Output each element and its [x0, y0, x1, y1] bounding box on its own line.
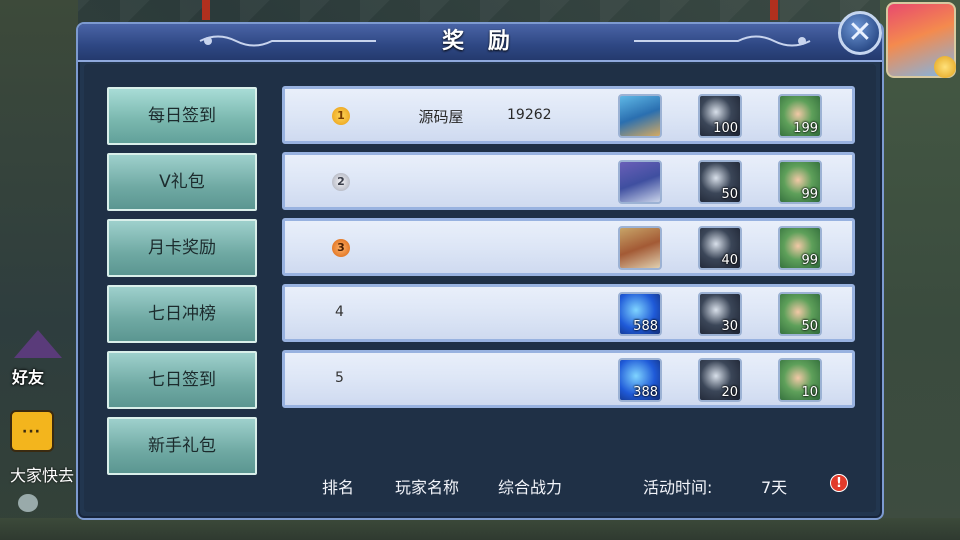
chat-dots: ···	[22, 424, 41, 440]
tab-seven-day-ranking[interactable]: 七日冲榜	[107, 285, 257, 343]
stone-item-icon[interactable]: 20	[698, 358, 742, 402]
silver-medal-icon: 2	[332, 173, 350, 191]
power-column-header: 综合战力	[498, 478, 563, 497]
stone-item-icon[interactable]: 30	[698, 292, 742, 336]
friends-label: 好友	[12, 368, 45, 387]
chat-icon[interactable]: ···	[10, 410, 54, 452]
coin-icon	[934, 56, 956, 78]
reward-count: 100	[713, 121, 738, 136]
emoji-icon[interactable]	[18, 494, 38, 512]
gift-bag-icon[interactable]: 99	[778, 160, 822, 204]
ranking-row: 4 588 30 50	[282, 284, 855, 342]
title-ornament-right-icon	[634, 35, 811, 47]
player-power: 19262	[507, 107, 552, 123]
ranking-row: 3 40 99	[282, 218, 855, 276]
gem-item-icon[interactable]: 388	[618, 358, 662, 402]
friends-button[interactable]: 好友	[8, 330, 68, 387]
reward-count: 588	[633, 319, 658, 334]
background-bottom-bar	[0, 518, 960, 540]
reward-count: 199	[793, 121, 818, 136]
player-avatar[interactable]	[886, 2, 956, 78]
reward-count: 388	[633, 385, 658, 400]
title-bar: 奖 励	[78, 24, 882, 62]
rank-number: 4	[335, 304, 344, 320]
background-left-scene	[0, 0, 78, 540]
stone-item-icon[interactable]: 50	[698, 160, 742, 204]
gift-bag-icon[interactable]: 99	[778, 226, 822, 270]
reward-count: 50	[721, 187, 738, 202]
close-icon: ✕	[847, 15, 873, 50]
event-time-value: 7天	[761, 478, 788, 497]
tab-newbie-gift[interactable]: 新手礼包	[107, 417, 257, 475]
hero-portrait-icon[interactable]	[618, 226, 662, 270]
rank-column-header: 排名	[322, 478, 355, 497]
reward-count: 99	[801, 187, 818, 202]
bronze-medal-icon: 3	[332, 239, 350, 257]
player-column-header: 玩家名称	[395, 478, 460, 497]
chat-preview-text[interactable]: 大家快去	[10, 462, 74, 486]
reward-count: 20	[721, 385, 738, 400]
gift-bag-icon[interactable]: 199	[778, 94, 822, 138]
ranking-row: 1 源码屋 19262 100 199	[282, 86, 855, 144]
stone-item-icon[interactable]: 100	[698, 94, 742, 138]
gift-bag-icon[interactable]: 10	[778, 358, 822, 402]
event-time-label: 活动时间:	[643, 478, 713, 497]
wizard-hat-icon	[14, 330, 62, 358]
player-name: 源码屋	[418, 108, 464, 126]
reward-count: 99	[801, 253, 818, 268]
tab-daily-signin[interactable]: 每日签到	[107, 87, 257, 145]
stone-item-icon[interactable]: 40	[698, 226, 742, 270]
reward-count: 50	[801, 319, 818, 334]
background-pillar	[202, 0, 210, 20]
ranking-row: 5 388 20 10	[282, 350, 855, 408]
tab-vip-gift[interactable]: V礼包	[107, 153, 257, 211]
background-pillar	[770, 0, 778, 20]
reward-count: 40	[721, 253, 738, 268]
hero-portrait-icon[interactable]	[618, 94, 662, 138]
reward-count: 10	[801, 385, 818, 400]
tab-monthly-card[interactable]: 月卡奖励	[107, 219, 257, 277]
ranking-row: 2 50 99	[282, 152, 855, 210]
background-right-scene	[880, 0, 960, 540]
close-button[interactable]: ✕	[838, 11, 882, 55]
gem-item-icon[interactable]: 588	[618, 292, 662, 336]
reward-count: 30	[721, 319, 738, 334]
rank-number: 5	[335, 370, 344, 386]
hero-portrait-icon[interactable]	[618, 160, 662, 204]
warning-icon[interactable]: !	[830, 474, 848, 492]
gold-medal-icon: 1	[332, 107, 350, 125]
tab-seven-day-signin[interactable]: 七日签到	[107, 351, 257, 409]
gift-bag-icon[interactable]: 50	[778, 292, 822, 336]
